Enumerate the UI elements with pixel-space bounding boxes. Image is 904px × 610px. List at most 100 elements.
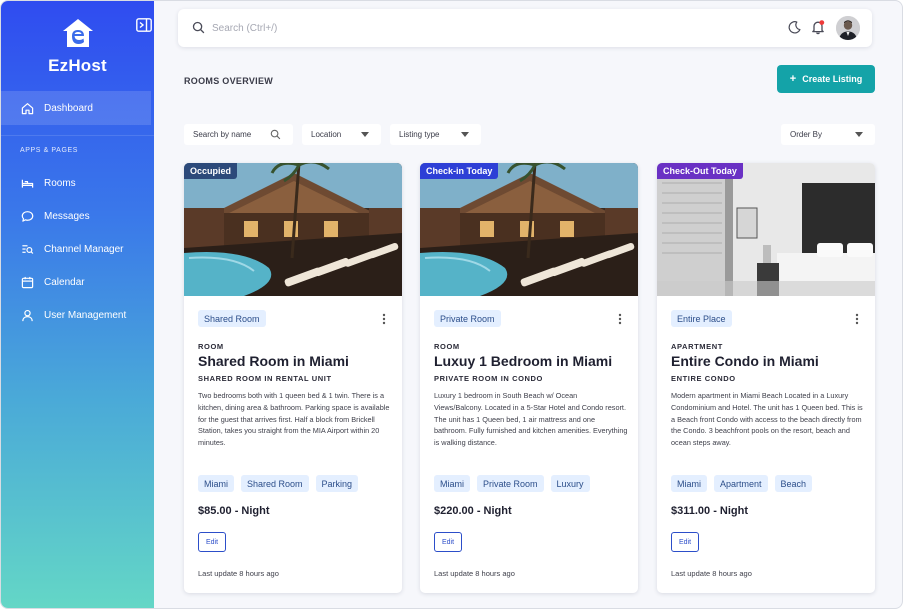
listing-subtitle: ENTIRE CONDO [671, 374, 736, 383]
listing-category: ROOM [198, 342, 224, 351]
sidebar-section-label: APPS & PAGES [20, 147, 79, 154]
sidebar-item-label: Dashboard [44, 102, 93, 114]
last-updated: Last update 8 hours ago [671, 569, 752, 578]
search-input[interactable] [212, 18, 512, 38]
filter-label: Search by name [193, 130, 252, 139]
sidebar-item-label: Messages [44, 210, 90, 222]
resort-pool-illustration [420, 163, 638, 296]
house-logo-icon [62, 19, 93, 47]
tag-list: Miami Private Room Luxury [434, 475, 590, 492]
search-icon [270, 129, 281, 140]
sidebar-item-label: User Management [44, 309, 127, 321]
calendar-icon [21, 276, 34, 288]
resort-pool-illustration [184, 163, 402, 296]
chevron-down-icon [461, 132, 469, 137]
location-select[interactable]: Location [302, 124, 381, 145]
listing-type-select[interactable]: Listing type [390, 124, 481, 145]
bed-icon [21, 179, 34, 188]
home-icon [21, 102, 34, 114]
listing-title[interactable]: Entire Condo in Miami [671, 353, 819, 369]
tag-list: Miami Shared Room Parking [198, 475, 359, 492]
room-type-chip[interactable]: Shared Room [198, 310, 266, 327]
search-by-name-input[interactable]: Search by name [184, 124, 293, 145]
more-vertical-icon[interactable] [380, 312, 388, 326]
filter-label: Location [311, 130, 342, 139]
more-vertical-icon[interactable] [853, 312, 861, 326]
edit-button[interactable]: Edit [671, 532, 699, 552]
bedroom-image [657, 163, 875, 296]
room-type-chip[interactable]: Private Room [434, 310, 501, 327]
listing-category: APARTMENT [671, 342, 723, 351]
sidebar-item-channel-manager[interactable]: Channel Manager [1, 235, 154, 263]
last-updated: Last update 8 hours ago [434, 569, 515, 578]
listing-category: ROOM [434, 342, 460, 351]
sidebar-item-label: Channel Manager [44, 243, 124, 255]
tag-list: Miami Apartment Beach [671, 475, 813, 492]
sidebar: EzHost Dashboard APPS & PAGES Rooms Mess… [1, 1, 154, 608]
sidebar-item-dashboard[interactable]: Dashboard [1, 91, 151, 125]
tag-chip[interactable]: Parking [315, 475, 359, 492]
chevron-down-icon [361, 132, 369, 137]
moon-icon[interactable] [787, 20, 802, 35]
order-by-select[interactable]: Order By [781, 124, 875, 145]
user-icon [22, 309, 33, 321]
listing-price: $311.00 - Night [671, 505, 749, 517]
listing-price: $85.00 - Night [198, 505, 270, 517]
tag-chip[interactable]: Luxury [550, 475, 590, 492]
filter-label: Order By [790, 130, 823, 139]
top-bar [178, 9, 872, 47]
listing-card[interactable]: Check-in Today Private Room ROOM Luxuy 1… [420, 163, 638, 593]
divider [1, 135, 154, 136]
sidebar-item-messages[interactable]: Messages [1, 202, 154, 230]
sidebar-item-user-management[interactable]: User Management [1, 301, 154, 329]
chat-icon [21, 210, 34, 222]
tag-chip[interactable]: Shared Room [241, 475, 309, 492]
room-type-chip[interactable]: Entire Place [671, 310, 732, 327]
sidebar-item-rooms[interactable]: Rooms [1, 169, 154, 197]
tag-chip[interactable]: Miami [434, 475, 470, 492]
resort-pool-image [420, 163, 638, 296]
listing-price: $220.00 - Night [434, 505, 512, 517]
tag-chip[interactable]: Private Room [477, 475, 544, 492]
tag-chip[interactable]: Apartment [714, 475, 768, 492]
avatar[interactable] [836, 16, 860, 40]
sidebar-item-label: Calendar [44, 276, 85, 288]
edit-button[interactable]: Edit [434, 532, 462, 552]
create-listing-label: Create Listing [802, 74, 863, 84]
listing-card[interactable]: Check-Out Today Entire Place APARTMENT E… [657, 163, 875, 593]
more-vertical-icon[interactable] [616, 312, 624, 326]
user-photo-icon [836, 16, 860, 40]
app-window: EzHost Dashboard APPS & PAGES Rooms Mess… [0, 0, 903, 609]
collapse-sidebar-icon[interactable] [136, 18, 152, 32]
status-badge: Check-in Today [420, 163, 499, 179]
listing-card[interactable]: Occupied Shared Room ROOM Shared Room in… [184, 163, 402, 593]
search-icon[interactable] [192, 21, 205, 34]
plus-icon: + [789, 72, 797, 85]
channel-search-icon [22, 244, 34, 254]
listing-subtitle: SHARED ROOM IN RENTAL UNIT [198, 374, 332, 383]
tag-chip[interactable]: Miami [671, 475, 707, 492]
listing-subtitle: PRIVATE ROOM IN CONDO [434, 374, 543, 383]
sidebar-item-label: Rooms [44, 177, 76, 189]
edit-button[interactable]: Edit [198, 532, 226, 552]
listing-description: Luxury 1 bedroom in South Beach w/ Ocean… [434, 391, 628, 448]
sidebar-item-calendar[interactable]: Calendar [1, 268, 154, 296]
page-title: ROOMS OVERVIEW [184, 76, 274, 86]
bell-icon[interactable] [810, 19, 826, 35]
resort-pool-image [184, 163, 402, 296]
listing-title[interactable]: Shared Room in Miami [198, 353, 349, 369]
tag-chip[interactable]: Beach [774, 475, 813, 492]
listing-description: Modern apartment in Miami Beach Located … [671, 391, 863, 448]
listing-title[interactable]: Luxuy 1 Bedroom in Miami [434, 353, 612, 369]
create-listing-button[interactable]: + Create Listing [777, 65, 875, 93]
status-badge: Occupied [184, 163, 238, 179]
filter-label: Listing type [399, 130, 440, 139]
brand-logo[interactable]: EzHost [1, 17, 154, 76]
status-badge: Check-Out Today [657, 163, 743, 179]
bedroom-illustration [657, 163, 875, 296]
tag-chip[interactable]: Miami [198, 475, 234, 492]
brand-name: EzHost [48, 56, 107, 75]
listing-description: Two bedrooms both with 1 queen bed & 1 t… [198, 391, 390, 448]
last-updated: Last update 8 hours ago [198, 569, 279, 578]
chevron-down-icon [855, 132, 863, 137]
